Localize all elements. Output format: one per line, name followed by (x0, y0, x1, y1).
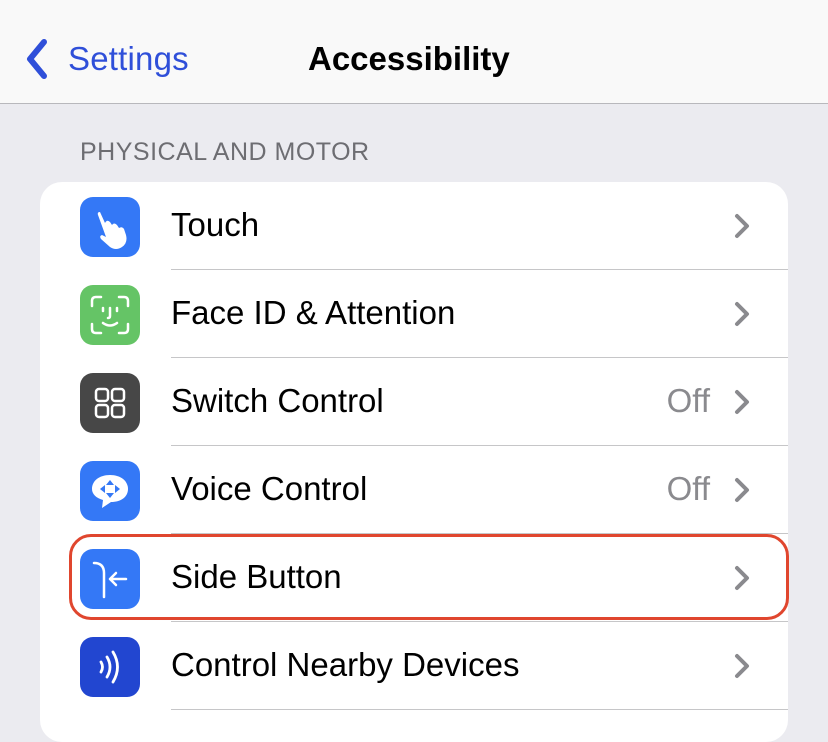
chevron-right-icon (735, 214, 749, 238)
row-voice-control[interactable]: Voice Control Off (40, 446, 788, 534)
row-value: Off (666, 382, 710, 419)
row-separator (171, 709, 788, 710)
voice-control-icon (80, 461, 140, 521)
row-face-id-attention[interactable]: Face ID & Attention (40, 270, 788, 358)
row-label: Switch Control (171, 382, 384, 419)
chevron-right-icon (735, 302, 749, 326)
face-id-icon (80, 285, 140, 345)
row-touch[interactable]: Touch (40, 182, 788, 270)
chevron-right-icon (735, 654, 749, 678)
row-value: Off (666, 470, 710, 507)
section-header: PHYSICAL AND MOTOR (80, 138, 370, 166)
row-switch-control[interactable]: Switch Control Off (40, 358, 788, 446)
chevron-right-icon (735, 566, 749, 590)
back-button-label: Settings (68, 40, 189, 77)
row-control-nearby-devices[interactable]: Control Nearby Devices (40, 622, 788, 710)
page-title: Accessibility (308, 40, 510, 77)
nearby-devices-icon (80, 637, 140, 697)
row-label: Control Nearby Devices (171, 646, 520, 683)
row-label: Voice Control (171, 470, 368, 507)
switch-control-grid-icon (80, 373, 140, 433)
chevron-right-icon (735, 390, 749, 414)
row-label: Face ID & Attention (171, 294, 456, 331)
row-side-button[interactable]: Side Button (40, 534, 788, 622)
chevron-right-icon (735, 478, 749, 502)
navigation-bar: Settings Accessibility (0, 0, 828, 104)
back-button[interactable]: Settings (24, 38, 189, 80)
chevron-left-icon (27, 39, 47, 79)
settings-group: Touch Face ID & Attention Switch Control… (40, 182, 788, 742)
row-label: Side Button (171, 558, 342, 595)
side-button-icon (80, 549, 140, 609)
touch-hand-icon (80, 197, 140, 257)
row-label: Touch (171, 206, 260, 243)
